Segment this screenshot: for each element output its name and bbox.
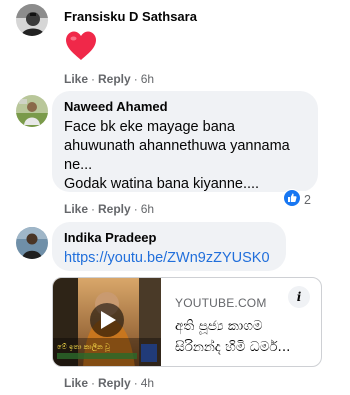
thumbnail-caption: මේ ඉතා කාලීන වූ <box>57 343 110 352</box>
like-link[interactable]: Like <box>64 72 88 86</box>
like-link[interactable]: Like <box>64 376 88 390</box>
reply-link[interactable]: Reply <box>98 202 131 216</box>
like-link[interactable]: Like <box>64 202 88 216</box>
youtube-link[interactable]: https://youtu.be/ZWn9zZYUSK0 <box>64 249 274 268</box>
comment-author-name[interactable]: Fransisku D Sathsara <box>64 9 197 25</box>
link-source: YOUTUBE.COM <box>175 296 267 310</box>
link-preview-card[interactable]: මේ ඉතා කාලීන වූ YOUTUBE.COM අති පූජ්‍ය ක… <box>52 277 322 367</box>
info-icon[interactable]: i <box>288 286 310 308</box>
reaction-count: 2 <box>304 193 311 207</box>
reply-link[interactable]: Reply <box>98 376 131 390</box>
comment-text-line: ahuwunath ahannethuwa yannama <box>64 138 290 154</box>
link-title[interactable]: අති පූජ්‍ය කාගම සිරිනන්ද හිමි ධර්ම... <box>175 316 310 358</box>
video-thumbnail[interactable]: මේ ඉතා කාලීන වූ <box>53 278 161 366</box>
reaction-count-badge[interactable]: 2 <box>282 188 315 212</box>
comment-text-line: Face bk eke mayage bana <box>64 119 235 135</box>
comment-author-name[interactable]: Naweed Ahamed <box>64 99 306 115</box>
timestamp[interactable]: 6h <box>141 72 154 86</box>
avatar-fransisku[interactable] <box>16 4 48 36</box>
comment-author-name[interactable]: Indika Pradeep <box>64 230 274 246</box>
comment-bubble: Naweed Ahamed Face bk eke mayage bana ah… <box>52 91 318 192</box>
avatar-naweed[interactable] <box>16 95 48 127</box>
comment-actions: Like · Reply · 6h <box>64 72 155 86</box>
comment-text-line: Godak watina bana kiyanne.... <box>64 176 260 192</box>
timestamp[interactable]: 4h <box>141 376 154 390</box>
comment-bubble: Indika Pradeep https://youtu.be/ZWn9zZYU… <box>52 222 286 271</box>
comment-actions: Like · Reply · 6h <box>64 202 155 216</box>
comment-text-line: ne... <box>64 157 93 173</box>
heart-emoji-icon <box>64 30 98 66</box>
timestamp[interactable]: 6h <box>141 202 154 216</box>
comment-actions: Like · Reply · 4h <box>64 376 155 390</box>
reply-link[interactable]: Reply <box>98 72 131 86</box>
avatar-indika[interactable] <box>16 227 48 259</box>
like-reaction-icon <box>283 188 301 212</box>
comment-text: Face bk eke mayage bana ahuwunath ahanne… <box>64 118 306 194</box>
